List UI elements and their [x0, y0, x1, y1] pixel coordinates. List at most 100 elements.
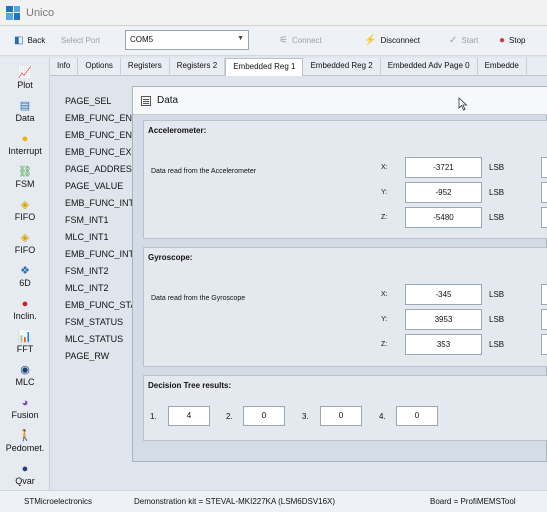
select-port-label: Select Port [61, 36, 101, 45]
accel-x-secondary-field[interactable] [541, 157, 547, 178]
register-label: EMB_FUNC_INT1 [65, 198, 135, 208]
dt-index-label: 1. [150, 412, 157, 421]
tab-registers-2[interactable]: Registers 2 [170, 58, 226, 76]
sidebar-item-interrupt[interactable]: ● Interrupt [0, 132, 50, 156]
register-label: FSM_INT1 [65, 215, 109, 225]
accelerometer-title: Accelerometer: [148, 126, 207, 135]
accel-z-unit: LSB [489, 213, 505, 222]
gyro-y-label: Y: [381, 316, 388, 323]
dialog-title-bar[interactable]: Data [133, 87, 547, 115]
start-label: Start [461, 36, 479, 45]
register-label: FSM_STATUS [65, 317, 124, 327]
disconnect-button[interactable]: ⚡ Disconnect [364, 35, 420, 46]
fifo-icon: ◈ [20, 199, 30, 211]
register-label: EMB_FUNC_EXE [65, 147, 135, 157]
cube-icon: ❖ [20, 265, 30, 277]
qvar-icon: ● [21, 463, 29, 475]
sidebar-item-fifo[interactable]: ◈ FIFO [0, 198, 50, 222]
gyro-z-field[interactable]: 353 [405, 334, 482, 355]
sidebar-item-fft[interactable]: 📊 FFT [0, 330, 50, 354]
sidebar-item-qvar[interactable]: ● Qvar [0, 462, 50, 486]
gyroscope-description: Data read from the Gyroscope [151, 295, 246, 302]
inclination-icon: ● [21, 298, 29, 310]
tab-options[interactable]: Options [78, 58, 121, 76]
register-label: EMB_FUNC_EN_ [65, 130, 135, 140]
accel-z-secondary-field[interactable] [541, 207, 547, 228]
register-label: MLC_INT2 [65, 283, 109, 293]
dt-index-label: 4. [379, 412, 386, 421]
sidebar-item-6d[interactable]: ❖ 6D [0, 264, 50, 288]
sidebar-item-fifo-2[interactable]: ◈ FIFO [0, 231, 50, 255]
stop-label: Stop [509, 36, 526, 45]
dt-result-field[interactable]: 4 [168, 406, 210, 426]
register-label: PAGE_ADDRESS [65, 164, 135, 174]
stop-icon: ● [499, 35, 506, 46]
decision-tree-title: Decision Tree results: [148, 381, 232, 390]
dt-index-label: 2. [226, 412, 233, 421]
accelerometer-group: Accelerometer: Data read from the Accele… [143, 120, 547, 239]
accel-y-label: Y: [381, 189, 388, 196]
tab-embedded-more[interactable]: Embedde [478, 58, 527, 76]
port-select[interactable]: COM5 ▼ [125, 30, 249, 50]
register-label: PAGE_SEL [65, 96, 112, 106]
gyro-x-field[interactable]: -345 [405, 284, 482, 305]
kit-label: Demonstration kit = STEVAL-MKI227KA (LSM… [134, 497, 336, 506]
data-dialog: Data Accelerometer: Data read from the A… [132, 86, 547, 462]
gyroscope-title: Gyroscope: [148, 253, 193, 262]
mouse-cursor-icon [458, 97, 468, 111]
sidebar-item-data[interactable]: ▤ Data [0, 99, 50, 123]
dt-result-field[interactable]: 0 [243, 406, 285, 426]
window-title: Unico [26, 6, 55, 19]
gyro-z-unit: LSB [489, 340, 505, 349]
fifo-icon: ◈ [20, 232, 30, 244]
gyro-y-field[interactable]: 3953 [405, 309, 482, 330]
accel-z-field[interactable]: -5480 [405, 207, 482, 228]
status-bar: STMicroelectronics Demonstration kit = S… [0, 490, 547, 512]
gyro-z-secondary-field[interactable] [541, 334, 547, 355]
tab-embedded-reg-2[interactable]: Embedded Reg 2 [303, 58, 381, 76]
accel-y-field[interactable]: -952 [405, 182, 482, 203]
start-icon: ✓ [449, 35, 458, 46]
interrupt-icon: ● [21, 133, 29, 145]
app-icon [6, 5, 20, 20]
sidebar-item-fsm[interactable]: ⛓ FSM [0, 165, 50, 189]
back-button[interactable]: ◧ Back [14, 35, 45, 46]
tab-registers[interactable]: Registers [121, 58, 170, 76]
gyro-x-secondary-field[interactable] [541, 284, 547, 305]
stop-button[interactable]: ● Stop [499, 35, 526, 46]
gyro-y-unit: LSB [489, 315, 505, 324]
sidebar-item-pedometer[interactable]: 🚶 Pedomet. [0, 429, 50, 453]
dt-result-field[interactable]: 0 [396, 406, 438, 426]
port-value: COM5 [130, 35, 154, 44]
sidebar-item-inclin[interactable]: ● Inclin. [0, 297, 50, 321]
sidebar-item-plot[interactable]: 📈 Plot [0, 66, 50, 90]
dt-index-label: 3. [302, 412, 309, 421]
register-label: MLC_INT1 [65, 232, 109, 242]
connect-label: Connect [291, 36, 322, 45]
tab-info[interactable]: Info [50, 58, 79, 76]
tab-embedded-reg-1[interactable]: Embedded Reg 1 [225, 58, 304, 76]
connect-button[interactable]: ⚟ Connect [279, 35, 322, 46]
start-button[interactable]: ✓ Start [449, 35, 478, 46]
back-label: Back [27, 36, 46, 45]
dt-result-field[interactable]: 0 [320, 406, 362, 426]
accel-x-field[interactable]: -3721 [405, 157, 482, 178]
gyroscope-group: Gyroscope: Data read from the Gyroscope … [143, 247, 547, 367]
accel-y-unit: LSB [489, 188, 505, 197]
tab-embedded-adv-page-0[interactable]: Embedded Adv Page 0 [381, 58, 478, 76]
register-label: FSM_INT2 [65, 266, 109, 276]
gyro-y-secondary-field[interactable] [541, 309, 547, 330]
register-label: PAGE_VALUE [65, 181, 124, 191]
plot-icon: 📈 [18, 67, 32, 79]
plug-icon: ⚟ [279, 35, 288, 46]
sidebar-item-mlc[interactable]: ◉ MLC [0, 363, 50, 387]
register-label: EMB_FUNC_INT2 [65, 249, 135, 259]
gyro-z-label: Z: [381, 341, 388, 348]
sidebar-item-fusion[interactable]: ◕ Fusion [0, 396, 50, 420]
unplug-icon: ⚡ [364, 35, 377, 46]
board-label: Board = ProfiMEMSTool [430, 497, 516, 506]
company-label: STMicroelectronics [24, 497, 93, 506]
fsm-icon: ⛓ [18, 166, 32, 178]
accel-y-secondary-field[interactable] [541, 182, 547, 203]
window-icon [141, 95, 151, 106]
